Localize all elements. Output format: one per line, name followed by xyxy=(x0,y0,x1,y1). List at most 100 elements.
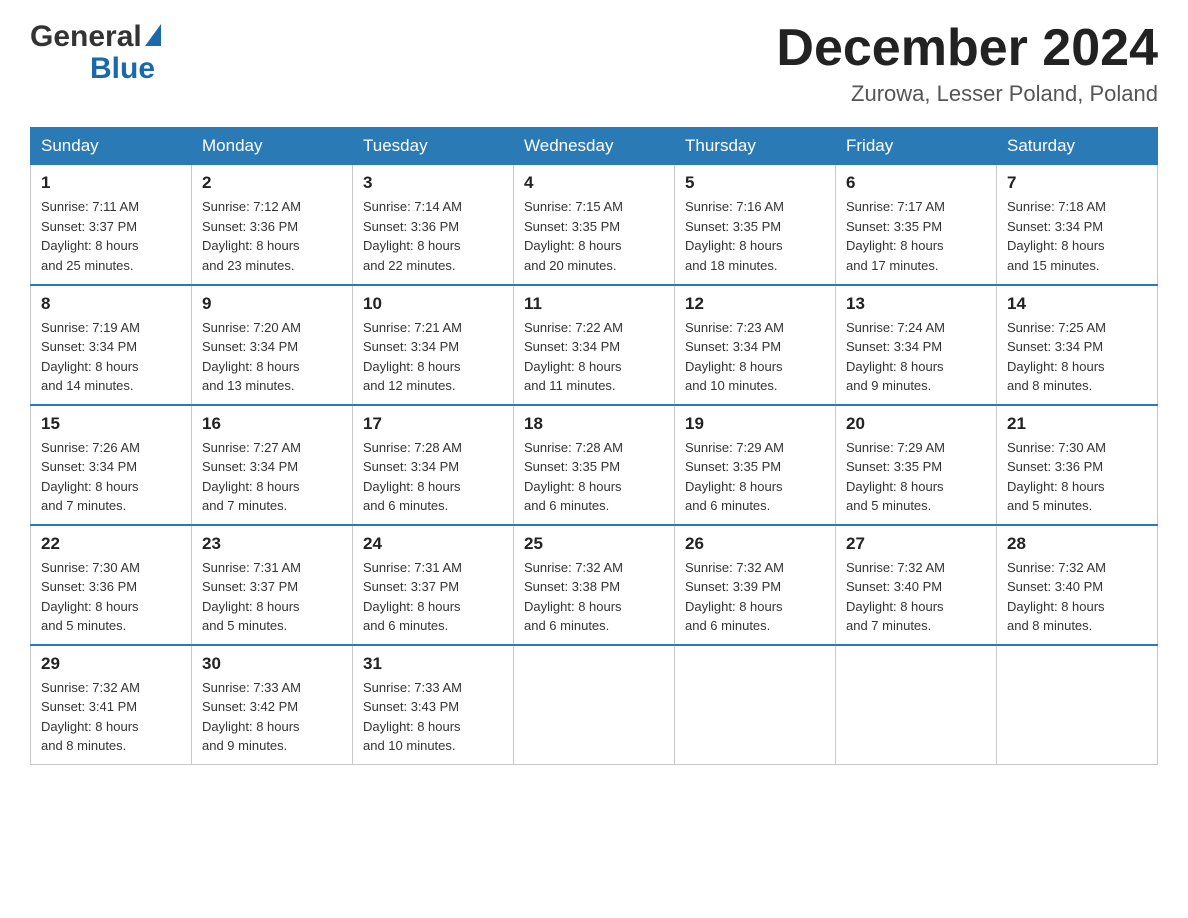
day-number: 31 xyxy=(363,654,503,674)
day-number: 24 xyxy=(363,534,503,554)
day-info: Sunrise: 7:30 AMSunset: 3:36 PMDaylight:… xyxy=(1007,440,1106,514)
day-number: 20 xyxy=(846,414,986,434)
calendar-cell: 20 Sunrise: 7:29 AMSunset: 3:35 PMDaylig… xyxy=(836,405,997,525)
day-info: Sunrise: 7:33 AMSunset: 3:43 PMDaylight:… xyxy=(363,680,462,754)
day-info: Sunrise: 7:26 AMSunset: 3:34 PMDaylight:… xyxy=(41,440,140,514)
calendar-cell: 27 Sunrise: 7:32 AMSunset: 3:40 PMDaylig… xyxy=(836,525,997,645)
calendar-cell: 31 Sunrise: 7:33 AMSunset: 3:43 PMDaylig… xyxy=(353,645,514,765)
day-info: Sunrise: 7:27 AMSunset: 3:34 PMDaylight:… xyxy=(202,440,301,514)
page-header: General Blue December 2024 Zurowa, Lesse… xyxy=(30,20,1158,107)
calendar-cell: 2 Sunrise: 7:12 AMSunset: 3:36 PMDayligh… xyxy=(192,165,353,285)
day-number: 5 xyxy=(685,173,825,193)
day-number: 4 xyxy=(524,173,664,193)
calendar-cell: 15 Sunrise: 7:26 AMSunset: 3:34 PMDaylig… xyxy=(31,405,192,525)
calendar-cell: 13 Sunrise: 7:24 AMSunset: 3:34 PMDaylig… xyxy=(836,285,997,405)
calendar-cell: 3 Sunrise: 7:14 AMSunset: 3:36 PMDayligh… xyxy=(353,165,514,285)
day-number: 1 xyxy=(41,173,181,193)
day-number: 26 xyxy=(685,534,825,554)
day-info: Sunrise: 7:16 AMSunset: 3:35 PMDaylight:… xyxy=(685,199,784,273)
calendar-cell: 4 Sunrise: 7:15 AMSunset: 3:35 PMDayligh… xyxy=(514,165,675,285)
weekday-header-friday: Friday xyxy=(836,128,997,165)
day-number: 10 xyxy=(363,294,503,314)
day-info: Sunrise: 7:20 AMSunset: 3:34 PMDaylight:… xyxy=(202,320,301,394)
calendar-cell: 7 Sunrise: 7:18 AMSunset: 3:34 PMDayligh… xyxy=(997,165,1158,285)
calendar-cell: 5 Sunrise: 7:16 AMSunset: 3:35 PMDayligh… xyxy=(675,165,836,285)
day-info: Sunrise: 7:23 AMSunset: 3:34 PMDaylight:… xyxy=(685,320,784,394)
calendar-cell: 23 Sunrise: 7:31 AMSunset: 3:37 PMDaylig… xyxy=(192,525,353,645)
calendar-cell: 6 Sunrise: 7:17 AMSunset: 3:35 PMDayligh… xyxy=(836,165,997,285)
logo-blue-text: Blue xyxy=(90,52,155,86)
week-row-5: 29 Sunrise: 7:32 AMSunset: 3:41 PMDaylig… xyxy=(31,645,1158,765)
day-number: 29 xyxy=(41,654,181,674)
day-number: 27 xyxy=(846,534,986,554)
day-info: Sunrise: 7:11 AMSunset: 3:37 PMDaylight:… xyxy=(41,199,139,273)
day-number: 6 xyxy=(846,173,986,193)
calendar-cell: 22 Sunrise: 7:30 AMSunset: 3:36 PMDaylig… xyxy=(31,525,192,645)
day-info: Sunrise: 7:32 AMSunset: 3:38 PMDaylight:… xyxy=(524,560,623,634)
day-info: Sunrise: 7:17 AMSunset: 3:35 PMDaylight:… xyxy=(846,199,945,273)
day-info: Sunrise: 7:31 AMSunset: 3:37 PMDaylight:… xyxy=(363,560,462,634)
day-number: 14 xyxy=(1007,294,1147,314)
day-info: Sunrise: 7:22 AMSunset: 3:34 PMDaylight:… xyxy=(524,320,623,394)
weekday-header-row: SundayMondayTuesdayWednesdayThursdayFrid… xyxy=(31,128,1158,165)
location-title: Zurowa, Lesser Poland, Poland xyxy=(776,81,1158,107)
weekday-header-sunday: Sunday xyxy=(31,128,192,165)
calendar-cell: 16 Sunrise: 7:27 AMSunset: 3:34 PMDaylig… xyxy=(192,405,353,525)
week-row-1: 1 Sunrise: 7:11 AMSunset: 3:37 PMDayligh… xyxy=(31,165,1158,285)
day-number: 28 xyxy=(1007,534,1147,554)
calendar-cell: 9 Sunrise: 7:20 AMSunset: 3:34 PMDayligh… xyxy=(192,285,353,405)
day-number: 23 xyxy=(202,534,342,554)
day-info: Sunrise: 7:30 AMSunset: 3:36 PMDaylight:… xyxy=(41,560,140,634)
title-block: December 2024 Zurowa, Lesser Poland, Pol… xyxy=(776,20,1158,107)
day-number: 7 xyxy=(1007,173,1147,193)
logo: General Blue xyxy=(30,20,161,86)
calendar-cell: 14 Sunrise: 7:25 AMSunset: 3:34 PMDaylig… xyxy=(997,285,1158,405)
calendar-cell: 18 Sunrise: 7:28 AMSunset: 3:35 PMDaylig… xyxy=(514,405,675,525)
calendar-cell: 29 Sunrise: 7:32 AMSunset: 3:41 PMDaylig… xyxy=(31,645,192,765)
day-info: Sunrise: 7:21 AMSunset: 3:34 PMDaylight:… xyxy=(363,320,462,394)
logo-general-text: General xyxy=(30,20,142,54)
day-info: Sunrise: 7:19 AMSunset: 3:34 PMDaylight:… xyxy=(41,320,140,394)
day-info: Sunrise: 7:31 AMSunset: 3:37 PMDaylight:… xyxy=(202,560,301,634)
day-number: 30 xyxy=(202,654,342,674)
calendar-cell: 10 Sunrise: 7:21 AMSunset: 3:34 PMDaylig… xyxy=(353,285,514,405)
calendar-cell xyxy=(836,645,997,765)
day-number: 2 xyxy=(202,173,342,193)
calendar-cell xyxy=(514,645,675,765)
day-number: 8 xyxy=(41,294,181,314)
weekday-header-monday: Monday xyxy=(192,128,353,165)
weekday-header-wednesday: Wednesday xyxy=(514,128,675,165)
calendar-cell xyxy=(997,645,1158,765)
calendar-cell: 11 Sunrise: 7:22 AMSunset: 3:34 PMDaylig… xyxy=(514,285,675,405)
calendar-cell: 28 Sunrise: 7:32 AMSunset: 3:40 PMDaylig… xyxy=(997,525,1158,645)
month-title: December 2024 xyxy=(776,20,1158,77)
calendar-cell: 26 Sunrise: 7:32 AMSunset: 3:39 PMDaylig… xyxy=(675,525,836,645)
weekday-header-tuesday: Tuesday xyxy=(353,128,514,165)
calendar-table: SundayMondayTuesdayWednesdayThursdayFrid… xyxy=(30,127,1158,765)
day-number: 18 xyxy=(524,414,664,434)
day-info: Sunrise: 7:33 AMSunset: 3:42 PMDaylight:… xyxy=(202,680,301,754)
day-info: Sunrise: 7:25 AMSunset: 3:34 PMDaylight:… xyxy=(1007,320,1106,394)
calendar-cell: 24 Sunrise: 7:31 AMSunset: 3:37 PMDaylig… xyxy=(353,525,514,645)
day-info: Sunrise: 7:28 AMSunset: 3:34 PMDaylight:… xyxy=(363,440,462,514)
week-row-4: 22 Sunrise: 7:30 AMSunset: 3:36 PMDaylig… xyxy=(31,525,1158,645)
day-number: 13 xyxy=(846,294,986,314)
day-number: 9 xyxy=(202,294,342,314)
weekday-header-saturday: Saturday xyxy=(997,128,1158,165)
calendar-cell: 1 Sunrise: 7:11 AMSunset: 3:37 PMDayligh… xyxy=(31,165,192,285)
day-info: Sunrise: 7:18 AMSunset: 3:34 PMDaylight:… xyxy=(1007,199,1106,273)
day-number: 3 xyxy=(363,173,503,193)
day-info: Sunrise: 7:12 AMSunset: 3:36 PMDaylight:… xyxy=(202,199,301,273)
week-row-2: 8 Sunrise: 7:19 AMSunset: 3:34 PMDayligh… xyxy=(31,285,1158,405)
day-number: 12 xyxy=(685,294,825,314)
day-info: Sunrise: 7:28 AMSunset: 3:35 PMDaylight:… xyxy=(524,440,623,514)
day-info: Sunrise: 7:29 AMSunset: 3:35 PMDaylight:… xyxy=(846,440,945,514)
week-row-3: 15 Sunrise: 7:26 AMSunset: 3:34 PMDaylig… xyxy=(31,405,1158,525)
calendar-cell: 25 Sunrise: 7:32 AMSunset: 3:38 PMDaylig… xyxy=(514,525,675,645)
day-info: Sunrise: 7:32 AMSunset: 3:41 PMDaylight:… xyxy=(41,680,140,754)
weekday-header-thursday: Thursday xyxy=(675,128,836,165)
day-info: Sunrise: 7:32 AMSunset: 3:40 PMDaylight:… xyxy=(846,560,945,634)
day-number: 22 xyxy=(41,534,181,554)
calendar-cell: 21 Sunrise: 7:30 AMSunset: 3:36 PMDaylig… xyxy=(997,405,1158,525)
day-number: 17 xyxy=(363,414,503,434)
